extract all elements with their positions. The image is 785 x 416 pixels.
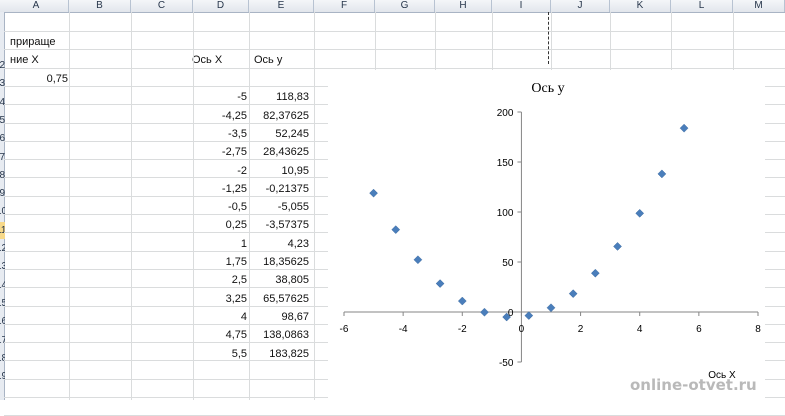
- data-point: [546, 303, 556, 313]
- cell-y-value[interactable]: 4,23: [249, 236, 309, 253]
- cell-x-value[interactable]: -0,5: [193, 199, 247, 216]
- cell-x-value[interactable]: -2: [193, 163, 247, 180]
- cell-x-value[interactable]: 0,25: [193, 217, 247, 234]
- cell-x-value[interactable]: 2,5: [193, 272, 247, 289]
- scatter-chart[interactable]: Ось у -50 0 50 100 150 200 -6 -4 -2 0 2 4 6 8 Ось Х: [328, 70, 765, 400]
- cell-x-value[interactable]: 4,75: [193, 327, 247, 344]
- x-tick-label: 4: [637, 324, 643, 335]
- cell-x-value[interactable]: 3,25: [193, 291, 247, 308]
- x-tick-label: 0: [519, 324, 525, 335]
- cell-y-value[interactable]: 82,37625: [249, 108, 309, 125]
- cell-x-value[interactable]: 1,75: [193, 254, 247, 271]
- y-tick-label: 100: [497, 208, 514, 219]
- cell-x-value[interactable]: 1: [193, 236, 247, 253]
- cell-y-value[interactable]: -5,055: [249, 199, 309, 216]
- column-header-h[interactable]: H: [435, 0, 492, 12]
- data-point: [435, 279, 445, 288]
- column-header-e[interactable]: E: [249, 0, 314, 12]
- cell-y-value[interactable]: -0,21375: [249, 181, 309, 198]
- y-tick-label: 200: [497, 108, 514, 119]
- data-point: [657, 169, 667, 179]
- cell-x-value[interactable]: -3,5: [193, 126, 247, 143]
- cell-y-value[interactable]: 28,43625: [249, 144, 309, 161]
- column-header-c[interactable]: C: [131, 0, 193, 12]
- cell-y-value[interactable]: 183,825: [249, 346, 309, 363]
- cell-x-value[interactable]: 4: [193, 309, 247, 326]
- x-tick-label: 2: [578, 324, 584, 335]
- column-header-k[interactable]: K: [610, 0, 671, 12]
- cell-d-header[interactable]: Ось Х: [192, 52, 222, 69]
- data-point: [391, 225, 401, 234]
- column-header-i[interactable]: I: [492, 0, 551, 12]
- data-point: [591, 268, 600, 278]
- y-tick-label: 50: [502, 258, 514, 269]
- cell-x-value[interactable]: -2,75: [193, 144, 247, 161]
- chart-title: Ось у: [531, 81, 564, 96]
- data-point: [480, 307, 489, 317]
- column-header-f[interactable]: F: [314, 0, 375, 12]
- column-header-d[interactable]: D: [193, 0, 249, 12]
- x-tick-label: -2: [458, 324, 467, 335]
- cell-y-value[interactable]: -3,57375: [249, 217, 309, 234]
- cell-y-value[interactable]: 65,57625: [249, 291, 309, 308]
- data-point: [613, 242, 622, 251]
- column-header-b[interactable]: B: [69, 0, 131, 12]
- data-point: [635, 208, 645, 218]
- cell-y-value[interactable]: 98,67: [249, 309, 309, 326]
- column-header-m[interactable]: M: [733, 0, 785, 12]
- chart-svg: Ось у-50050100150200-6 -4 -2 0 2 4 6 8Ось Х: [340, 81, 762, 381]
- x-tick-label: 8: [755, 324, 761, 335]
- cell-a-header-line2[interactable]: ние Х: [10, 52, 39, 69]
- y-tick-label: -50: [499, 358, 514, 369]
- data-point: [568, 289, 578, 298]
- data-point: [524, 311, 534, 320]
- cell-y-value[interactable]: 52,245: [249, 126, 309, 143]
- watermark: online-otvet.ru: [630, 376, 757, 394]
- cell-x-value[interactable]: -5: [193, 89, 247, 106]
- x-tick-label: 6: [696, 324, 702, 335]
- data-point: [413, 255, 423, 265]
- column-header-j[interactable]: J: [551, 0, 610, 12]
- column-header-g[interactable]: G: [375, 0, 435, 12]
- data-point: [457, 296, 467, 306]
- x-tick-label: -4: [399, 324, 408, 335]
- data-point: [369, 188, 378, 198]
- column-header-a[interactable]: A: [4, 0, 69, 12]
- data-point: [679, 123, 689, 133]
- cell-x-value[interactable]: -1,25: [193, 181, 247, 198]
- column-header-l[interactable]: L: [671, 0, 733, 12]
- x-tick-label: -6: [340, 324, 349, 335]
- y-tick-label: 150: [497, 158, 514, 169]
- cell-y-value[interactable]: 18,35625: [249, 254, 309, 271]
- cell-y-value[interactable]: 38,805: [249, 272, 309, 289]
- cell-x-value[interactable]: -4,25: [193, 108, 247, 125]
- cell-x-value[interactable]: 5,5: [193, 346, 247, 363]
- cell-y-value[interactable]: 10,95: [249, 163, 309, 180]
- page-break-line: [548, 12, 549, 64]
- cell-y-value[interactable]: 138,0863: [249, 327, 309, 344]
- cell-e-header[interactable]: Ось у: [254, 52, 282, 69]
- cell-y-value[interactable]: 118,83: [249, 89, 309, 106]
